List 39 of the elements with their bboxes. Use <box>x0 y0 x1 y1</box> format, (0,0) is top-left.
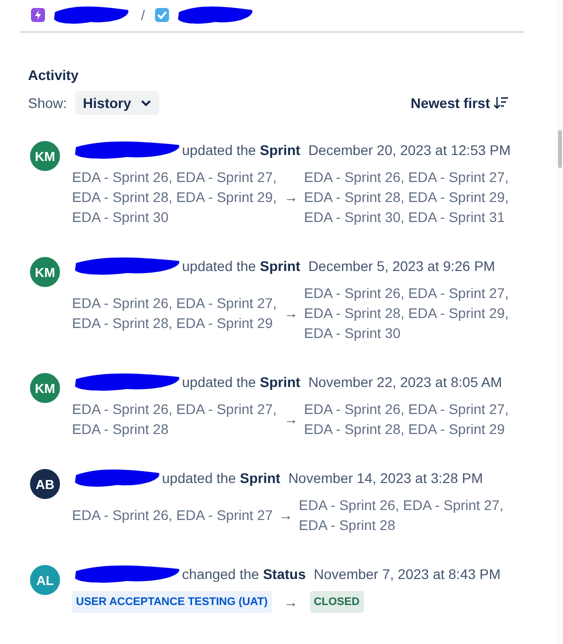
new-value: EDA - Sprint 26, EDA - Sprint 27, EDA - Sprint 28, EDA - Sprint 29, EDA - Sprint 30 <box>304 284 510 343</box>
show-label: Show: <box>28 95 67 111</box>
lightning-icon <box>31 8 45 22</box>
status-lozenge: CLOSED <box>310 591 364 613</box>
new-value: EDA - Sprint 26, EDA - Sprint 27, EDA - Sprint 28 <box>298 496 504 535</box>
sort-icon <box>494 97 508 109</box>
sort-button[interactable]: Newest first <box>410 95 508 111</box>
breadcrumb-separator: / <box>141 6 145 22</box>
action-text: updated the Sprint <box>182 258 300 274</box>
checkbox-icon <box>154 8 169 22</box>
timestamp: December 5, 2023 at 9:26 PM <box>308 258 496 274</box>
arrow: → <box>278 506 293 525</box>
timestamp: November 7, 2023 at 8:43 PM <box>314 566 501 582</box>
timestamp: December 20, 2023 at 12:53 PM <box>308 142 511 158</box>
arrow: → <box>284 304 298 323</box>
arrow: → <box>284 410 298 429</box>
arrow: → <box>284 188 298 207</box>
action-text: updated the Sprint <box>162 470 280 486</box>
old-value: EDA - Sprint 26, EDA - Sprint 27, EDA - Sprint 28, EDA - Sprint 29 <box>72 294 278 333</box>
status-lozenge: USER ACCEPTANCE TESTING (UAT) <box>72 591 272 613</box>
old-value: EDA - Sprint 26, EDA - Sprint 27 <box>72 506 273 525</box>
avatar[interactable]: KM <box>30 257 60 287</box>
new-value: EDA - Sprint 26, EDA - Sprint 27, EDA - Sprint 28, EDA - Sprint 29 <box>304 400 510 439</box>
old-value: EDA - Sprint 26, EDA - Sprint 27, EDA - Sprint 28 <box>72 400 278 439</box>
avatar[interactable]: KM <box>30 373 60 403</box>
avatar[interactable]: KM <box>30 141 60 171</box>
timestamp: November 14, 2023 at 3:28 PM <box>288 470 483 486</box>
action-text: updated the Sprint <box>182 374 300 390</box>
history-dropdown[interactable]: History <box>74 91 160 115</box>
action-text: updated the Sprint <box>182 142 300 158</box>
arrow: → <box>284 593 298 612</box>
chevron-down-icon <box>141 100 152 106</box>
section-title: Activity <box>28 67 80 85</box>
avatar[interactable]: AB <box>30 469 60 499</box>
avatar[interactable]: AL <box>30 565 60 595</box>
new-value: EDA - Sprint 26, EDA - Sprint 27, EDA - Sprint 28, EDA - Sprint 29, EDA - Sprint 30, EDA - Sprint 31 <box>304 168 510 227</box>
action-text: changed the Status <box>182 566 306 582</box>
old-value: EDA - Sprint 26, EDA - Sprint 27, EDA - Sprint 28, EDA - Sprint 29, EDA - Sprint 30 <box>72 168 278 227</box>
timestamp: November 22, 2023 at 8:05 AM <box>308 374 502 390</box>
